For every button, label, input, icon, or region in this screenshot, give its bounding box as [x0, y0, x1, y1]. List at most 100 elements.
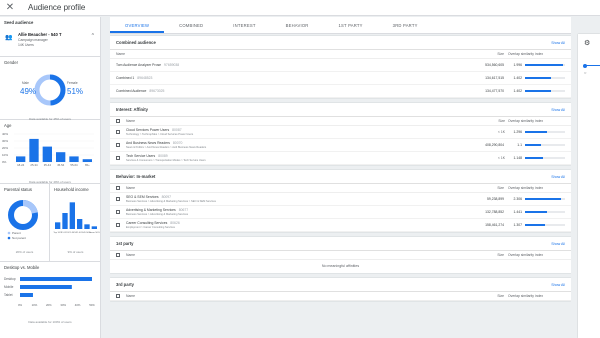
combined-show-all-link[interactable]: Show All	[551, 41, 565, 45]
select-all-checkbox[interactable]	[116, 186, 120, 190]
combined-title: Combined audience	[116, 40, 156, 45]
gender-female-label: Female	[67, 81, 78, 85]
row-name: Tech Service Users 80089 Services & Consum…	[126, 154, 485, 162]
row-name-text: Combined 1	[116, 76, 135, 80]
row-checkbox[interactable]	[116, 130, 120, 134]
row-checkbox[interactable]	[116, 197, 120, 201]
tab-3rd-party[interactable]: 3RD PARTY	[378, 23, 433, 33]
gender-card: Gender Male 49% Female 51% Data availabl…	[0, 57, 100, 121]
tab-combined[interactable]: COMBINED	[164, 23, 218, 33]
household-bar	[55, 222, 61, 229]
overlap-bar-fill	[525, 77, 551, 79]
device-x-tick: 40%	[75, 303, 81, 307]
age-y-tick: 0%	[2, 160, 7, 164]
interest-show-all-link[interactable]: Show All	[551, 108, 565, 112]
household-x-tick: Lower 50%	[89, 231, 100, 234]
row-id: 80677	[178, 208, 189, 212]
slider-handle[interactable]	[583, 63, 587, 68]
device-footnote: Data available for 100% of users	[28, 320, 72, 324]
row-name: Combined Audience 89673025	[116, 89, 474, 93]
device-x-tick: 30%	[60, 303, 66, 307]
tab-interest[interactable]: INTEREST	[218, 23, 270, 33]
row-name-text: SEO & SEM Services	[126, 195, 159, 199]
row-checkbox[interactable]	[116, 210, 120, 214]
table-row[interactable]: Career Consulting Services 80626 Employmen…	[110, 219, 571, 232]
age-card: Age 40% 30% 20% 10% 0% 18-24 25-34 35-44 45-54 55…	[0, 120, 100, 184]
device-card: Desktop vs. Mobile Desktop Mobile Tablet 0%…	[0, 262, 100, 324]
overlap-bar-fill	[525, 211, 547, 213]
first-party-panel: 1st party Show All Name Size Overlap sim…	[110, 237, 571, 273]
tab-overview[interactable]: OVERVIEW	[110, 23, 165, 33]
column-overlap: Overlap similarity index	[508, 294, 544, 298]
legend-not-parent-dot	[7, 236, 11, 240]
row-name-text: Career Consulting Services	[126, 221, 168, 225]
legend-parent-label: Parent	[12, 231, 21, 235]
table-row[interactable]: Tom Audience Analyzer Prose 97659038 534,…	[110, 59, 571, 72]
tab-1st-party[interactable]: 1ST PARTY	[324, 23, 378, 33]
row-size: 158,461,274	[485, 223, 504, 227]
interest-panel: Interest: Affinity Show All Name Size Ov…	[110, 103, 571, 165]
row-id: 89648523	[137, 76, 153, 80]
interest-column-header: Name Size Overlap similarity index	[110, 117, 571, 126]
age-y-tick: 10%	[2, 153, 8, 157]
first-party-column-header: Name Size Overlap similarity index	[110, 251, 571, 260]
row-name-text: And Business News Readers	[126, 141, 170, 145]
household-bar-chart: Top 10% 11-20% 21-30% 31-40% 41-50%Lower 50%	[53, 202, 100, 234]
age-bar	[69, 156, 79, 162]
table-row[interactable]: Combined Audience 89673025 134,477,570 1.…	[110, 85, 571, 98]
row-checkbox[interactable]	[116, 143, 120, 147]
main-content: Combined audience Show All Name Size Ove…	[110, 34, 571, 338]
gender-female-pct: 51%	[67, 87, 83, 96]
age-x-tick: 35-44	[44, 163, 52, 167]
overlap-bar-fill	[525, 224, 545, 226]
row-name-text: Advertising & Marketing Services	[126, 208, 176, 212]
combined-panel: Combined audience Show All Name Size Ove…	[110, 36, 571, 98]
combined-header: Combined audience Show All	[110, 36, 571, 50]
device-x-tick: 10%	[32, 303, 38, 307]
third-party-show-all-link[interactable]: Show All	[551, 283, 565, 287]
row-size: < 1K	[497, 156, 505, 160]
row-name: And Business News Readers 80070 News & Pol…	[126, 141, 474, 149]
age-bar-chart: 40% 30% 20% 10% 0% 18-24 25-34 35-44 45-54 55-64 6…	[2, 132, 94, 167]
row-name-text: Cloud Services Power Users	[126, 128, 170, 132]
household-footnote: 9% of users	[67, 250, 84, 254]
device-bar	[20, 277, 92, 281]
row-name: Career Consulting Services 80626 Employmen…	[126, 221, 474, 229]
table-row[interactable]: Advertising & Marketing Services 80677 Bus…	[110, 206, 571, 219]
table-row[interactable]: SEO & SEM Services 80097 Business Services…	[110, 193, 571, 206]
age-x-tick: 45-54	[57, 163, 65, 167]
first-party-header: 1st party Show All	[110, 237, 571, 251]
column-overlap: Overlap similarity index	[508, 52, 544, 56]
device-bar-chart: Desktop Mobile Tablet 0% 10% 20% 30% 40% 50%	[4, 277, 95, 307]
select-all-checkbox[interactable]	[116, 294, 120, 298]
column-name: Name	[116, 52, 126, 56]
tab-behavior[interactable]: BEHAVIOR	[271, 23, 324, 33]
row-id: 80097	[161, 195, 172, 199]
parental-household-card: Parental status Parent Not parent 20% of…	[0, 184, 100, 262]
select-all-checkbox[interactable]	[116, 253, 120, 257]
settings-slider[interactable]	[583, 63, 600, 68]
household-bar	[91, 226, 97, 229]
row-path: Employment > Career Consulting Services	[126, 226, 175, 229]
settings-icon[interactable]: ⚙	[584, 39, 600, 47]
row-checkbox[interactable]	[116, 223, 120, 227]
column-size: Size	[497, 253, 504, 257]
chevron-up-icon[interactable]: ^	[92, 33, 94, 39]
row-checkbox[interactable]	[116, 156, 120, 160]
table-row[interactable]: Cloud Services Power Users 80087 Technolog…	[110, 126, 571, 139]
close-icon[interactable]: ✕	[2, 2, 18, 13]
settings-radio[interactable]: ○	[584, 70, 600, 75]
select-all-checkbox[interactable]	[116, 119, 120, 123]
table-row[interactable]: And Business News Readers 80070 News & Pol…	[110, 139, 571, 152]
table-row[interactable]: Combined 1 89648523 134,617,515 1.402	[110, 72, 571, 85]
age-y-tick: 30%	[2, 139, 8, 143]
age-x-tick: 25-34	[30, 163, 38, 167]
age-bar	[56, 152, 66, 162]
row-size: 408,290,804	[485, 143, 504, 147]
behavior-show-all-link[interactable]: Show All	[551, 175, 565, 179]
table-row[interactable]: Tech Service Users 80089 Services & Consum…	[110, 152, 571, 165]
gender-donut-chart: Male 49% Female 51%	[20, 74, 83, 106]
column-overlap: Overlap similarity index	[508, 119, 544, 123]
overlap-bar-fill	[525, 131, 547, 133]
first-party-show-all-link[interactable]: Show All	[551, 242, 565, 246]
